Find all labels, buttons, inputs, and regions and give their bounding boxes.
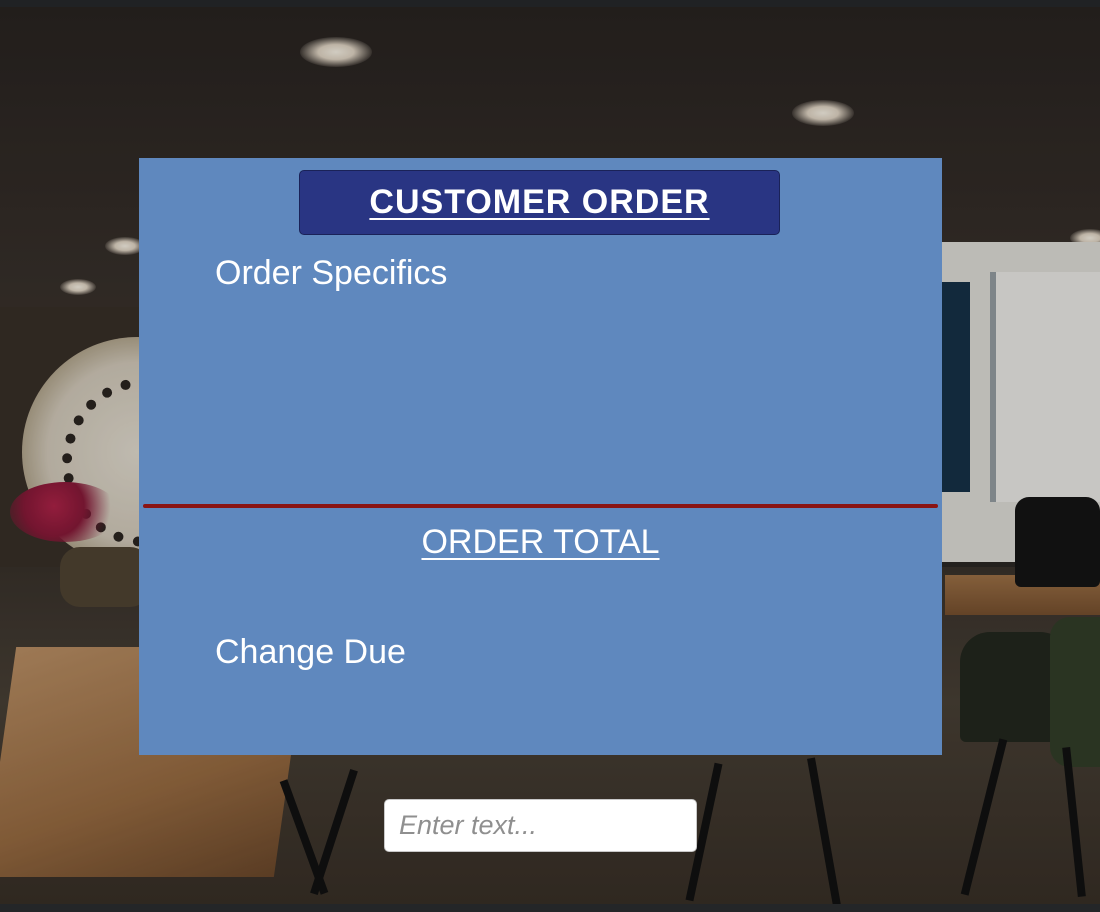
customer-order-header: CUSTOMER ORDER bbox=[299, 170, 780, 235]
bottom-bar bbox=[0, 904, 1100, 912]
top-bar bbox=[0, 0, 1100, 7]
customer-order-panel: CUSTOMER ORDER Order Specifics ORDER TOT… bbox=[139, 158, 942, 755]
section-divider bbox=[143, 504, 938, 508]
change-due-label: Change Due bbox=[215, 633, 406, 671]
text-entry-input[interactable] bbox=[384, 799, 697, 852]
app-viewport: CUSTOMER ORDER Order Specifics ORDER TOT… bbox=[0, 0, 1100, 912]
customer-order-title: CUSTOMER ORDER bbox=[369, 183, 710, 221]
order-total-label: ORDER TOTAL bbox=[421, 523, 660, 561]
order-specifics-label: Order Specifics bbox=[215, 254, 448, 292]
